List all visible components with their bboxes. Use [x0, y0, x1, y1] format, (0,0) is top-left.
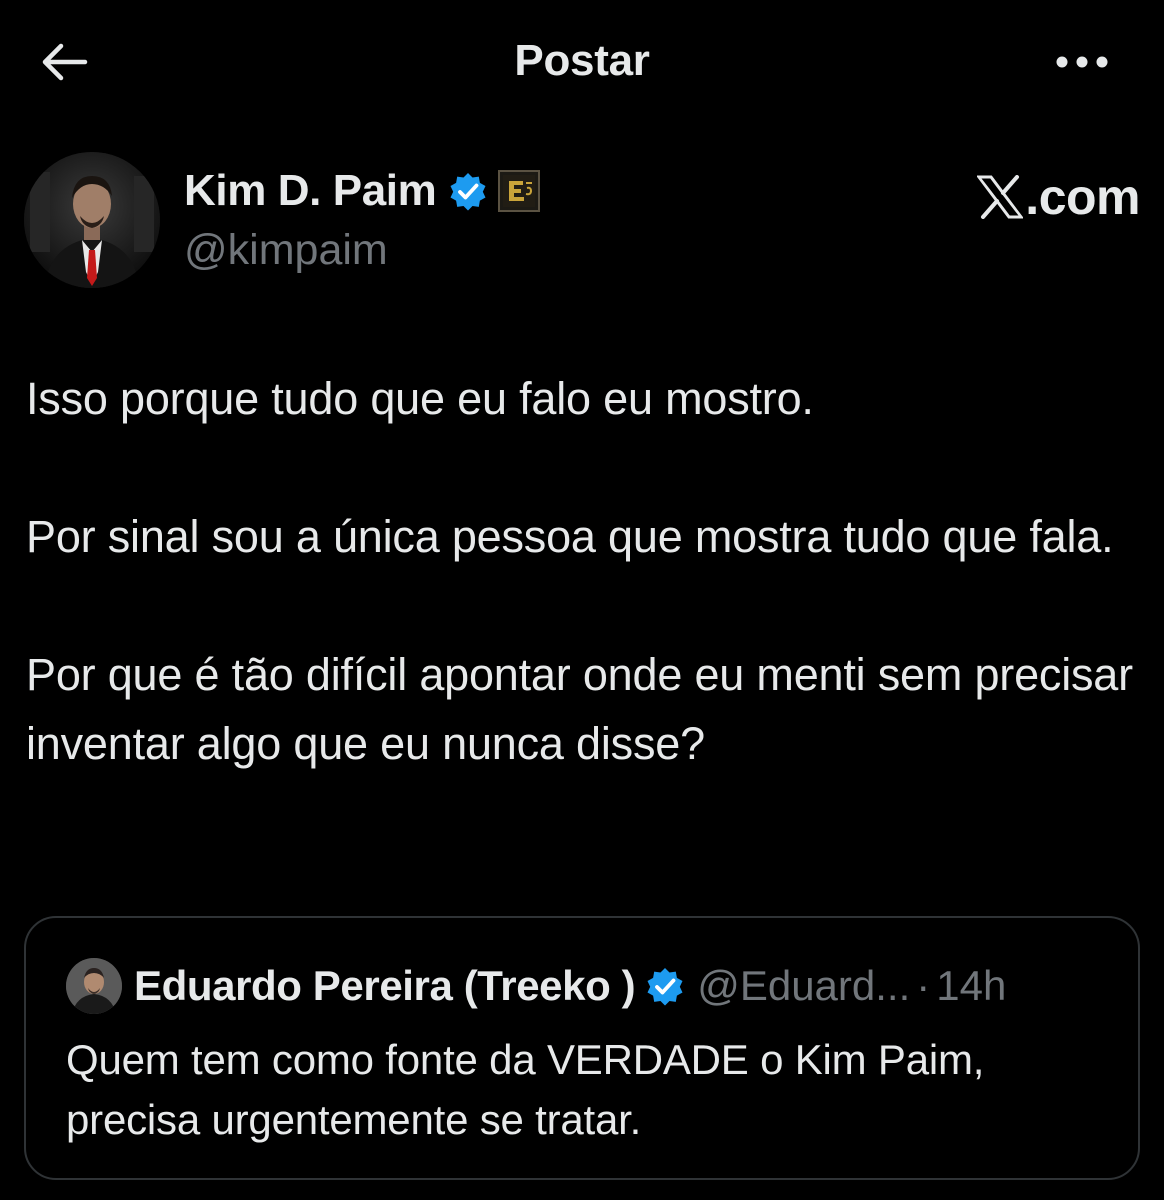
quoted-post-time[interactable]: 14h: [936, 962, 1006, 1010]
post-body: Isso porque tudo que eu falo eu mostro. …: [26, 364, 1136, 847]
verified-badge-icon: [647, 968, 683, 1006]
quoted-post-text: Quem tem como fonte da VERDADE o Kim Pai…: [66, 1036, 985, 1143]
quoted-author-avatar[interactable]: [66, 958, 122, 1014]
quoted-post-header: Eduardo Pereira (Treeko ) @Eduard... · 1…: [66, 958, 1006, 1014]
quoted-author-name[interactable]: Eduardo Pereira (Treeko ): [134, 962, 636, 1010]
quoted-post[interactable]: Eduardo Pereira (Treeko ) @Eduard... · 1…: [24, 916, 1140, 1180]
post-author: Kim D. Paim @kimpaim .com: [24, 152, 1140, 292]
quoted-author-handle[interactable]: @Eduard...: [697, 962, 910, 1010]
top-bar: Postar: [0, 0, 1164, 120]
verified-badge-icon: [450, 173, 486, 211]
post-page: Postar Kim D. Paim @kimpaim .com Isso po…: [0, 0, 1164, 1200]
x-logo-icon: [977, 175, 1024, 219]
author-name-row: Kim D. Paim: [184, 166, 541, 216]
more-options-button[interactable]: [1052, 42, 1112, 82]
post-paragraph: Por sinal sou a única pessoa que mostra …: [26, 511, 1114, 562]
page-title: Postar: [514, 36, 650, 85]
xcom-text: .com: [1025, 169, 1140, 225]
ellipsis-horizontal-icon: [1056, 56, 1108, 68]
affiliate-badge-icon[interactable]: [498, 170, 541, 212]
post-paragraph: Isso porque tudo que eu falo eu mostro.: [26, 373, 814, 424]
post-paragraph: Por que é tão difícil apontar onde eu me…: [26, 649, 1133, 769]
author-name[interactable]: Kim D. Paim: [184, 166, 437, 216]
xcom-watermark: .com: [977, 168, 1140, 226]
separator-dot: ·: [916, 962, 931, 1009]
author-handle[interactable]: @kimpaim: [184, 226, 388, 275]
author-avatar[interactable]: [24, 152, 160, 288]
